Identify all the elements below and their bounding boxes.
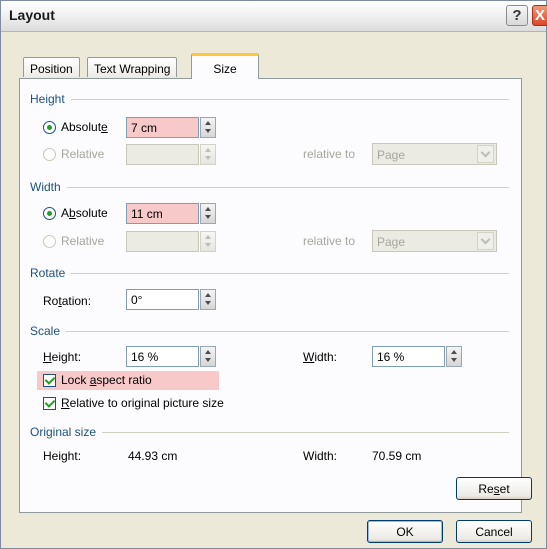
tab-size[interactable]: Size bbox=[191, 53, 259, 79]
rotation-label: Rotation: bbox=[43, 294, 91, 308]
height-relative-to-dropdown-icon[interactable] bbox=[477, 145, 494, 163]
scale-width-spinner[interactable] bbox=[446, 346, 462, 367]
scale-width-input[interactable]: 16 % bbox=[372, 346, 445, 367]
width-absolute-label-key: b bbox=[69, 206, 76, 220]
height-absolute-spinner[interactable] bbox=[200, 117, 216, 138]
lock-aspect-checkbox[interactable] bbox=[43, 374, 56, 387]
height-relative-label: Relative bbox=[61, 147, 105, 161]
width-relative-input[interactable] bbox=[126, 231, 199, 252]
width-absolute-radio[interactable] bbox=[43, 207, 56, 220]
relative-original-label[interactable]: Relative to original picture size bbox=[61, 396, 224, 410]
scale-section-divider bbox=[31, 331, 509, 332]
original-height-label: Height: bbox=[43, 449, 82, 463]
scale-height-label-key: H bbox=[43, 350, 52, 364]
height-absolute-label-key: e bbox=[101, 120, 108, 134]
dialog-title: Layout bbox=[9, 7, 55, 23]
relative-original-label-post: elative to original picture size bbox=[69, 396, 224, 410]
rotate-section-title: Rotate bbox=[30, 266, 72, 280]
height-section-title: Height bbox=[30, 92, 71, 106]
lock-aspect-label[interactable]: Lock aspect ratio bbox=[61, 373, 152, 387]
scale-width-label-post: idth: bbox=[314, 350, 338, 364]
height-absolute-label: Absolute bbox=[61, 120, 108, 134]
original-size-title: Original size bbox=[30, 425, 103, 439]
width-relative-radio[interactable] bbox=[43, 235, 56, 248]
tab-position[interactable]: Position bbox=[23, 57, 80, 77]
rotation-input[interactable]: 0° bbox=[126, 289, 199, 310]
relative-original-checkbox[interactable] bbox=[43, 397, 56, 410]
width-absolute-label-post: solute bbox=[75, 206, 108, 220]
width-relative-to-dropdown-icon[interactable] bbox=[477, 232, 494, 250]
width-relative-spinner[interactable] bbox=[200, 231, 216, 252]
close-icon[interactable]: X bbox=[532, 5, 547, 26]
width-relative-label: Relative bbox=[61, 234, 105, 248]
scale-height-spinner[interactable] bbox=[200, 346, 216, 367]
original-height-value: 44.93 cm bbox=[128, 449, 178, 463]
title-bar[interactable]: Layout ? X bbox=[1, 1, 547, 32]
reset-label-post: et bbox=[499, 482, 510, 496]
width-section-divider bbox=[31, 187, 509, 188]
height-absolute-input[interactable]: 7 cm bbox=[126, 117, 199, 138]
height-absolute-radio[interactable] bbox=[43, 121, 56, 134]
tab-text-wrapping-label: Text Wrapping bbox=[94, 62, 171, 76]
reset-label-pre: Re bbox=[478, 482, 494, 496]
width-absolute-input[interactable]: 11 cm bbox=[126, 203, 199, 224]
height-relative-to-value: Page bbox=[377, 148, 406, 162]
lock-aspect-label-pre: Lock bbox=[61, 373, 90, 387]
width-absolute-label-pre: A bbox=[61, 206, 70, 220]
scale-height-label-post: eight: bbox=[51, 350, 82, 364]
height-relative-radio[interactable] bbox=[43, 148, 56, 161]
scale-width-label-key: W bbox=[303, 350, 315, 364]
rotation-spinner[interactable] bbox=[200, 289, 216, 310]
help-icon[interactable]: ? bbox=[506, 5, 528, 26]
tab-position-label: Position bbox=[30, 62, 73, 76]
height-relative-spinner[interactable] bbox=[200, 144, 216, 165]
height-relative-to-label: relative to bbox=[303, 147, 356, 161]
width-relative-to-label: relative to bbox=[303, 234, 356, 248]
width-section-title: Width bbox=[30, 180, 67, 194]
rotation-label-pre: Ro bbox=[43, 294, 59, 308]
height-relative-input[interactable] bbox=[126, 144, 199, 165]
relative-original-label-key: R bbox=[61, 396, 70, 410]
original-width-label: Width: bbox=[303, 449, 338, 463]
ok-button[interactable]: OK bbox=[367, 520, 443, 543]
tab-text-wrapping[interactable]: Text Wrapping bbox=[87, 57, 178, 77]
height-section-divider bbox=[31, 99, 509, 100]
tab-size-label: Size bbox=[213, 62, 237, 76]
cancel-button[interactable]: Cancel bbox=[456, 520, 532, 543]
reset-button[interactable]: Reset bbox=[456, 477, 532, 500]
lock-aspect-label-post: spect ratio bbox=[96, 373, 152, 387]
scale-height-label: Height: bbox=[43, 350, 81, 364]
rotate-section-divider bbox=[31, 273, 509, 274]
original-width-value: 70.59 cm bbox=[372, 449, 422, 463]
layout-dialog: Layout ? X Position Text Wrapping Size H… bbox=[0, 0, 547, 549]
width-absolute-spinner[interactable] bbox=[200, 203, 216, 224]
width-relative-to-value: Page bbox=[377, 235, 406, 249]
scale-width-label: Width: bbox=[303, 350, 337, 364]
width-absolute-label: Absolute bbox=[61, 206, 108, 220]
scale-section-title: Scale bbox=[30, 324, 67, 338]
height-absolute-label-text: Absolut bbox=[61, 120, 102, 134]
original-size-divider bbox=[31, 432, 509, 433]
scale-height-input[interactable]: 16 % bbox=[126, 346, 199, 367]
rotation-label-post: ation: bbox=[61, 294, 92, 308]
